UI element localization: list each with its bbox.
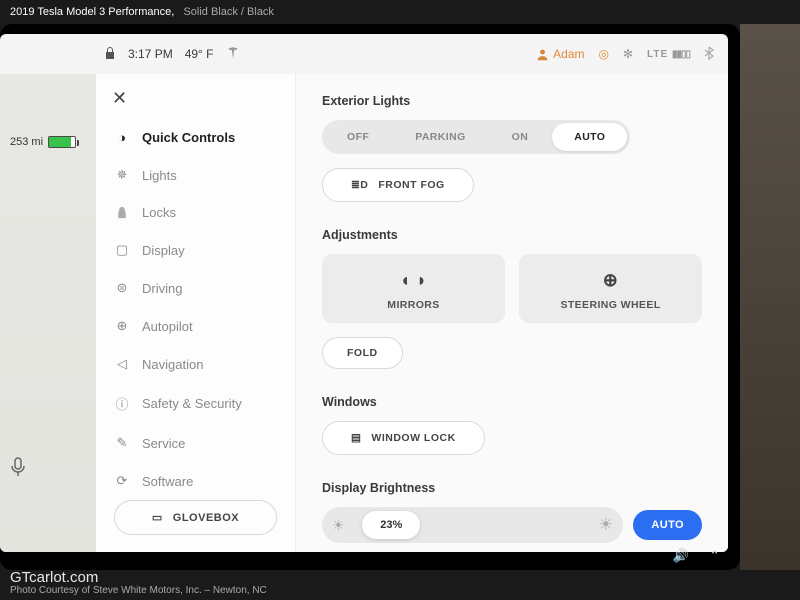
volume-icon[interactable]: 🔊 — [673, 548, 689, 564]
lights-parking[interactable]: PARKING — [393, 123, 487, 151]
nav-lights[interactable]: ✵ Lights — [96, 156, 295, 194]
brightness-value[interactable]: 23% — [362, 511, 420, 539]
time: 3:17 PM — [128, 47, 173, 61]
section-exterior-lights: Exterior Lights OFF PARKING ON AUTO ≣D F… — [322, 94, 702, 202]
section-adjustments: Adjustments ◖ ◗ MIRRORS ⊕ STEERING WHEEL — [322, 228, 702, 369]
range-indicator: 253 mi — [10, 136, 76, 148]
nav-service[interactable]: ✎ Service — [96, 424, 295, 462]
nav-driving[interactable]: ⊜ Driving — [96, 269, 295, 307]
lights-segmented: OFF PARKING ON AUTO — [322, 120, 630, 154]
brightness-title: Display Brightness — [322, 481, 702, 495]
tesla-logo-icon — [226, 45, 240, 64]
photo-credit: Photo Courtesy of Steve White Motors, In… — [10, 585, 267, 596]
dock-icons: 🔊 ⌃ — [673, 548, 720, 564]
mirrors-card[interactable]: ◖ ◗ MIRRORS — [322, 254, 505, 323]
cell-signal: LTE ▮▮▯▯ — [647, 49, 690, 60]
section-brightness: Display Brightness ☀ 23% ☀ AUTO — [322, 481, 702, 543]
lock-icon[interactable] — [104, 46, 116, 63]
status-bar: 3:17 PM 49° F Adam ◎ ✻ LTE ▮▮▯▯ — [0, 34, 728, 74]
front-fog-button[interactable]: ≣D FRONT FOG — [322, 168, 474, 202]
nav-quick-controls[interactable]: ◑ Quick Controls — [96, 119, 295, 156]
vehicle-color: Solid Black / Black — [183, 6, 273, 18]
sun-large-icon: ☀ — [598, 515, 613, 535]
bluetooth-icon[interactable] — [704, 46, 714, 63]
car-icon: ⊜ — [114, 280, 130, 296]
ambient-backdrop — [740, 24, 800, 570]
settings-content: Exterior Lights OFF PARKING ON AUTO ≣D F… — [296, 74, 728, 552]
windows-title: Windows — [322, 395, 702, 409]
section-windows: Windows ▤ WINDOW LOCK — [322, 395, 702, 455]
sun-small-icon: ☀ — [332, 517, 345, 534]
display-icon: ▢ — [114, 242, 130, 258]
chevron-up-icon[interactable]: ⌃ — [709, 548, 720, 564]
lightbulb-icon: ✵ — [114, 167, 130, 183]
temperature: 49° F — [185, 47, 214, 61]
window-lock-icon: ▤ — [351, 432, 361, 444]
lights-auto[interactable]: AUTO — [552, 123, 627, 151]
exterior-lights-title: Exterior Lights — [322, 94, 702, 108]
nav-display[interactable]: ▢ Display — [96, 231, 295, 269]
nav-software[interactable]: ⟳ Software — [96, 462, 295, 500]
close-button[interactable]: ✕ — [96, 84, 295, 119]
vehicle-model: 2019 Tesla Model 3 Performance, — [10, 6, 174, 18]
touchscreen: 3:17 PM 49° F Adam ◎ ✻ LTE ▮▮▯▯ — [0, 34, 728, 552]
shield-icon: ⓘ — [114, 394, 130, 413]
map-strip[interactable]: 253 mi — [0, 74, 96, 552]
nav-navigation[interactable]: ◁ Navigation — [96, 345, 295, 383]
nav-autopilot[interactable]: ⊕ Autopilot — [96, 307, 295, 345]
nav-locks[interactable]: Locks — [96, 194, 295, 231]
settings-gear-icon[interactable]: ✻ — [623, 47, 633, 61]
glovebox-button[interactable]: ▭ GLOVEBOX — [114, 500, 277, 535]
settings-sidebar: ✕ ◑ Quick Controls ✵ Lights Locks — [96, 74, 296, 552]
brightness-auto-button[interactable]: AUTO — [633, 510, 702, 540]
glovebox-icon: ▭ — [152, 511, 163, 524]
adjustments-title: Adjustments — [322, 228, 702, 242]
fold-button[interactable]: FOLD — [322, 337, 403, 369]
steering-wheel-icon: ⊕ — [529, 270, 692, 291]
nav-safety-security[interactable]: ⓘ Safety & Security — [96, 383, 295, 424]
touchscreen-frame: 3:17 PM 49° F Adam ◎ ✻ LTE ▮▮▯▯ — [0, 24, 740, 570]
watermark: GTcarlot.com — [10, 569, 98, 586]
window-lock-button[interactable]: ▤ WINDOW LOCK — [322, 421, 485, 455]
lights-on[interactable]: ON — [490, 123, 551, 151]
steering-icon: ⊕ — [114, 318, 130, 334]
user-profile[interactable]: Adam — [536, 47, 584, 61]
fog-icon: ≣D — [351, 179, 368, 191]
update-icon: ⟳ — [114, 473, 130, 489]
wrench-icon: ✎ — [114, 435, 130, 451]
battery-icon — [48, 136, 76, 148]
microphone-icon[interactable] — [10, 457, 26, 482]
controls-panel: ✕ ◑ Quick Controls ✵ Lights Locks — [96, 74, 728, 552]
photo-caption: 2019 Tesla Model 3 Performance, Solid Bl… — [10, 6, 274, 18]
compass-icon: ◁ — [114, 356, 130, 372]
lights-off[interactable]: OFF — [325, 123, 391, 151]
sentry-icon[interactable]: ◎ — [599, 47, 609, 61]
brightness-slider[interactable]: ☀ 23% ☀ — [322, 507, 623, 543]
toggle-icon: ◑ — [114, 130, 130, 145]
range-miles: 253 mi — [10, 136, 43, 148]
steering-wheel-card[interactable]: ⊕ STEERING WHEEL — [519, 254, 702, 323]
lock-icon — [114, 206, 130, 219]
mirrors-icon: ◖ ◗ — [332, 270, 495, 291]
